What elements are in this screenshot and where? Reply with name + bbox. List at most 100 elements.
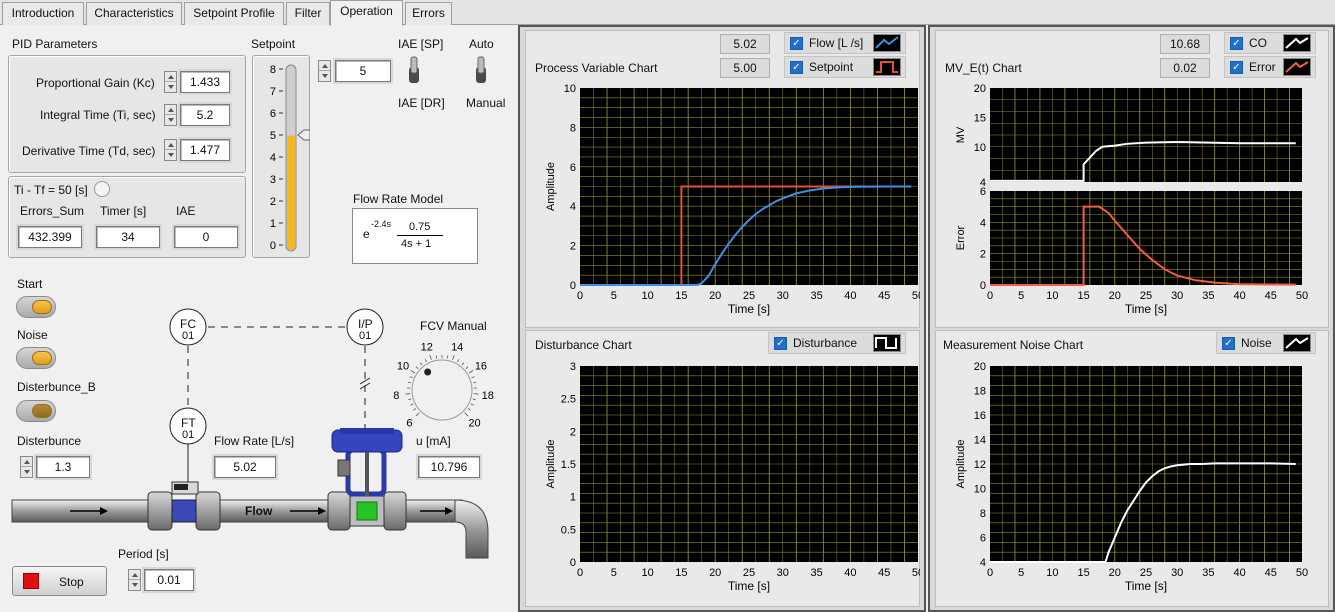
tab-introduction[interactable]: Introduction: [2, 2, 84, 25]
pv-ytick-label: 0: [570, 280, 576, 292]
knob-tick: [410, 403, 414, 406]
mv-chart: 2015104MV64200 5 10 15 20 25 30 35 40 45 50ErrorTi…: [955, 83, 1308, 316]
noise-xtick-label: 20: [1109, 567, 1121, 579]
pv-xtick-label: 45: [878, 290, 890, 302]
noise-xtick-label: 5: [1018, 567, 1024, 579]
err-xtick-label: 35: [1202, 290, 1214, 302]
kc-label: Proportional Gain (Kc): [36, 76, 155, 90]
kc-input[interactable]: 1.433: [178, 69, 232, 95]
err-xtick-label: 5: [1018, 290, 1024, 302]
flow-label: Flow: [245, 504, 273, 518]
knob-tick: [410, 369, 416, 374]
err-xtick-label: 45: [1265, 290, 1277, 302]
model-exp: e: [363, 227, 370, 241]
period-label: Period [s]: [118, 547, 169, 561]
checkbox-noise[interactable]: ✓: [1222, 337, 1235, 350]
ft-label: FT: [181, 416, 196, 430]
knob-dial: [411, 359, 473, 421]
knob-tick: [471, 376, 475, 379]
legend-error[interactable]: ✓ Error: [1224, 56, 1316, 78]
errors-sum-value: 432.399: [16, 224, 84, 250]
legend-noise[interactable]: ✓ Noise: [1216, 332, 1316, 354]
dist-ytick-label: 1: [570, 492, 576, 504]
dist-chart-title: Disturbance Chart: [535, 338, 632, 352]
pv-xtick-label: 15: [675, 290, 687, 302]
knob-tick-label: 20: [468, 418, 480, 430]
checkbox-error[interactable]: ✓: [1230, 61, 1243, 74]
legend-co[interactable]: ✓ CO: [1224, 32, 1316, 54]
ti-tf-label: Ti - Tf = 50 [s]: [14, 183, 88, 197]
flow-rate-label: Flow Rate [L/s]: [214, 434, 295, 448]
co-swatch-icon: [1283, 34, 1311, 52]
ti-stepper[interactable]: [164, 104, 177, 126]
noise-chart-title: Measurement Noise Chart: [943, 338, 1084, 352]
noise-ytick-label: 14: [974, 435, 986, 447]
pid-title: PID Parameters: [12, 37, 98, 51]
ti-input[interactable]: 5.2: [178, 102, 232, 128]
fcv-knob[interactable]: 6 8 10 12 14 16 18 20: [392, 335, 504, 435]
td-stepper[interactable]: [164, 139, 177, 161]
knob-tick: [408, 398, 412, 401]
noise-xtick-label: 45: [1265, 567, 1277, 579]
tab-characteristics[interactable]: Characteristics: [86, 2, 182, 25]
checkbox-co[interactable]: ✓: [1230, 37, 1243, 50]
tab-operation[interactable]: Operation: [330, 0, 403, 26]
err-ytick-label: 0: [980, 280, 986, 292]
dist-xtick-label: 10: [641, 567, 653, 579]
mv-ytick-label: 15: [974, 112, 986, 124]
ft-number: 01: [182, 429, 195, 441]
auto-manual-switch[interactable]: [474, 55, 488, 85]
knob-tick: [419, 362, 423, 366]
iae-toggle-switch[interactable]: [407, 55, 421, 85]
err-xtick-label: 20: [1109, 290, 1121, 302]
setpoint-input[interactable]: 5: [333, 58, 393, 84]
period-input[interactable]: 0.01: [142, 567, 196, 593]
err-xtick-label: 40: [1233, 290, 1245, 302]
knob-tick: [473, 381, 477, 384]
setpoint-stepper[interactable]: [318, 60, 331, 82]
legend-disturbance[interactable]: ✓ Disturbance: [768, 332, 906, 354]
dist-ylabel: Amplitude: [545, 440, 557, 489]
errors-sum-label: Errors_Sum: [20, 204, 85, 218]
noise-ylabel: Amplitude: [955, 440, 967, 489]
timer-value: 34: [94, 224, 162, 250]
setpoint-swatch-icon: [873, 58, 901, 76]
setpoint-slider[interactable]: 8 7 6 5 4 3 2 1 0: [252, 55, 310, 258]
noise-xtick-label: 40: [1233, 567, 1245, 579]
u-value: 10.796: [416, 454, 482, 480]
disturbance-chart: 3 2.5 2 1.5 1 0.5 00 5 10 15 20 25 30 35 40 45 50 Amplitu…: [545, 361, 920, 593]
legend-flow[interactable]: ✓ Flow [L /s]: [784, 32, 906, 54]
legend-setpoint[interactable]: ✓ Setpoint: [784, 56, 906, 78]
kc-stepper[interactable]: [164, 71, 177, 93]
disturbance-swatch-icon: [873, 334, 901, 352]
tab-setpoint-profile[interactable]: Setpoint Profile: [184, 2, 284, 25]
pv-ytick-label: 4: [570, 201, 576, 213]
err-xtick-label: 15: [1077, 290, 1089, 302]
stop-button[interactable]: Stop: [12, 566, 107, 596]
td-input[interactable]: 1.477: [178, 137, 232, 163]
tab-filter[interactable]: Filter: [286, 2, 330, 25]
knob-tick: [467, 408, 471, 411]
err-xtick-label: 0: [987, 290, 993, 302]
setpoint-tick-label: 2: [270, 196, 276, 208]
period-stepper[interactable]: [128, 569, 141, 591]
pv-xtick-label: 10: [641, 290, 653, 302]
tab-errors[interactable]: Errors: [405, 2, 452, 25]
noise-xtick-label: 50: [1296, 567, 1308, 579]
checkbox-disturbance[interactable]: ✓: [774, 337, 787, 350]
knob-tick: [464, 412, 469, 417]
noise-chart: 20 18 16 14 12 10 8 6 40 5 10 15 20 25 30 35 40 45 50 Ampli…: [955, 361, 1308, 593]
checkbox-flow[interactable]: ✓: [790, 37, 803, 50]
pv-ytick-label: 8: [570, 122, 576, 134]
knob-tick: [461, 362, 465, 366]
knob-tick-label: 10: [397, 361, 409, 373]
dist-xtick-label: 0: [577, 567, 583, 579]
checkbox-setpoint[interactable]: ✓: [790, 61, 803, 74]
knob-tick-label: 6: [406, 418, 412, 430]
model-title: Flow Rate Model: [353, 192, 444, 206]
knob-tick: [429, 354, 432, 360]
iae-label: IAE: [176, 204, 196, 218]
fc-number: 01: [182, 330, 195, 342]
setpoint-tick-label: 1: [270, 218, 276, 230]
noise-ytick-label: 4: [980, 557, 986, 569]
